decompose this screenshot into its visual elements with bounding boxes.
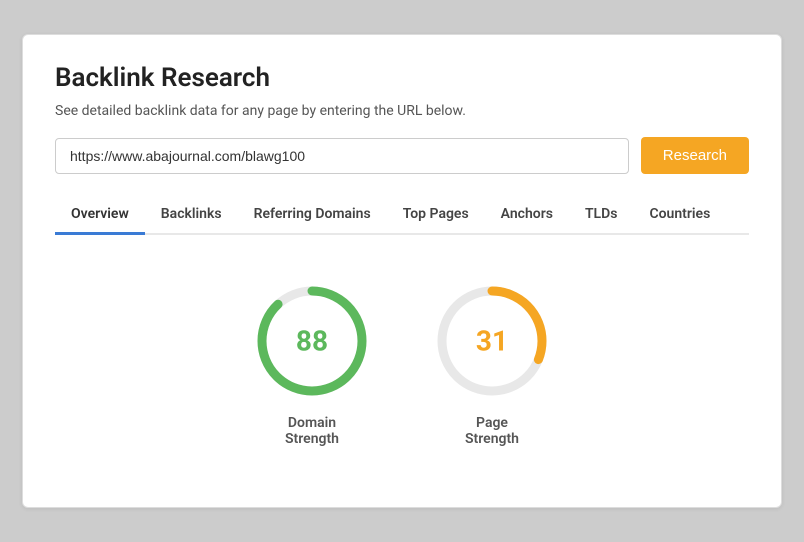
- metric-domain-strength: 88 DomainStrength: [252, 281, 372, 447]
- page-title: Backlink Research: [55, 63, 749, 93]
- tab-anchors[interactable]: Anchors: [485, 196, 569, 235]
- metric-page-strength: 31 PageStrength: [432, 281, 552, 447]
- page-strength-circle: 31: [432, 281, 552, 401]
- tab-referring-domains[interactable]: Referring Domains: [238, 196, 387, 235]
- page-strength-label: PageStrength: [465, 415, 519, 447]
- url-input[interactable]: [55, 138, 629, 174]
- domain-strength-value: 88: [296, 325, 328, 358]
- page-strength-value: 31: [476, 325, 508, 358]
- tab-top-pages[interactable]: Top Pages: [387, 196, 485, 235]
- domain-strength-circle: 88: [252, 281, 372, 401]
- tab-overview[interactable]: Overview: [55, 196, 145, 235]
- domain-strength-label: DomainStrength: [285, 415, 339, 447]
- main-card: Backlink Research See detailed backlink …: [22, 34, 782, 508]
- tab-countries[interactable]: Countries: [633, 196, 726, 235]
- research-button[interactable]: Research: [641, 137, 749, 174]
- subtitle: See detailed backlink data for any page …: [55, 103, 749, 119]
- metrics-row: 88 DomainStrength 31 PageStrength: [55, 271, 749, 467]
- tabs-nav: Overview Backlinks Referring Domains Top…: [55, 196, 749, 235]
- search-row: Research: [55, 137, 749, 174]
- tab-tlds[interactable]: TLDs: [569, 196, 634, 235]
- tab-backlinks[interactable]: Backlinks: [145, 196, 238, 235]
